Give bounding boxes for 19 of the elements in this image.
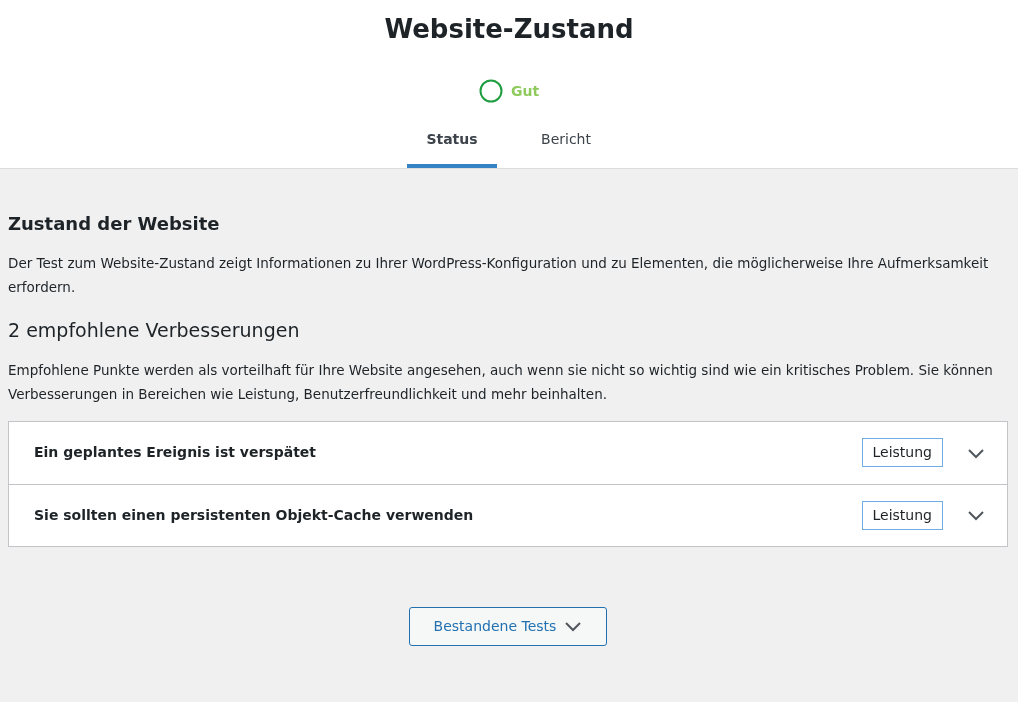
tab[interactable]: Bericht [521, 129, 611, 169]
tab[interactable]: Status [407, 129, 497, 169]
recommendations-heading: 2 empfohlene Verbesserungen [8, 319, 301, 343]
category-tag: Leistung [861, 500, 943, 530]
section-description: Der Test zum Website-Zustand zeigt Informationen zu Ihrer WordPress-Konfiguration und zu Elementen, die möglicherweise Ihre Aufmerksamkeit erfordern. [8, 253, 990, 298]
recommendations-description: Empfohlene Punkte werden als vorteilhaft für Ihre Website angesehen, auch wenn sie nicht so wichtig sind wie ein kritisches Problem. Sie können Verbesserungen in Bereichen wie Leistung, Benutzerfreundlichkeit und mehr beinhalten. [8, 361, 994, 405]
issue-title: Sie sollten einen persistenten Objekt-Cache verwenden [34, 505, 475, 525]
chevron-icon [564, 620, 583, 633]
status-label: Gut [510, 81, 540, 101]
status-ring-icon [478, 79, 503, 104]
accordion-row[interactable]: Sie sollten einen persistenten Objekt-Cache verwenden Leistung [9, 483, 1007, 546]
page-title: Website-Zustand [384, 13, 634, 46]
accordion-row[interactable]: Ein geplantes Ereignis ist verspätet Leistung [9, 421, 1007, 484]
passed-tests-button[interactable]: Bestandene Tests [408, 606, 608, 646]
chevron-icon [967, 446, 985, 459]
section-heading: Zustand der Website [8, 213, 221, 235]
issue-title: Ein geplantes Ereignis ist verspätet [34, 443, 317, 463]
chevron-icon [967, 509, 985, 522]
category-tag: Leistung [861, 438, 943, 468]
